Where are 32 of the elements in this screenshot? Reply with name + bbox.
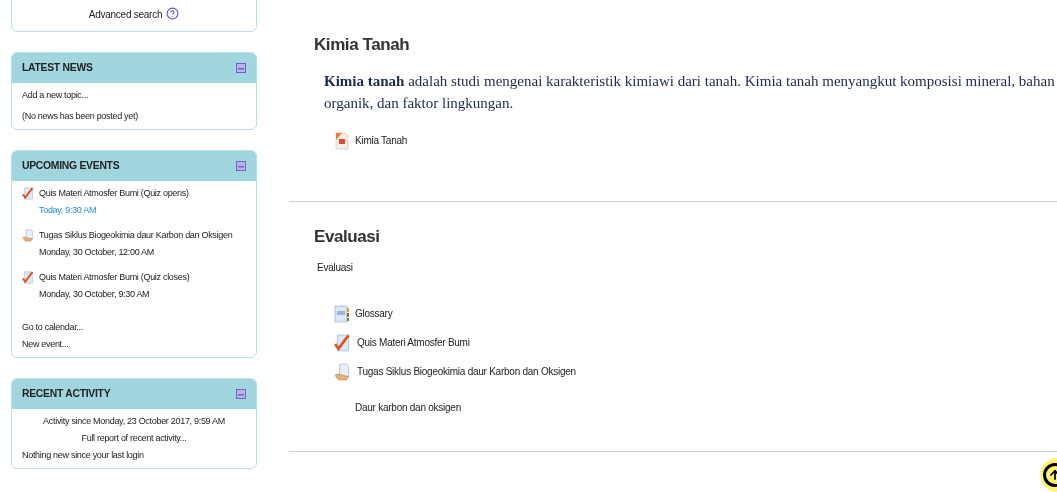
activity-description: Daur karbon dan oksigen	[355, 400, 462, 415]
activity-link[interactable]: Kimia Tanah	[355, 133, 408, 148]
collapse-icon[interactable]	[236, 63, 246, 73]
glossary-book-icon	[334, 304, 350, 323]
event-time: Today, 9:30 AM	[39, 204, 98, 217]
activity-link[interactable]: Glossary	[355, 306, 393, 321]
block-title: RECENT ACTIVITY	[22, 386, 111, 402]
section-title: Evaluasi	[314, 226, 381, 248]
activity-link[interactable]: Tugas Siklus Biogeokimia daur Karbon dan Oksigen	[357, 364, 576, 379]
event-time: Monday, 30 October, 9:30 AM	[39, 288, 151, 301]
block-title: LATEST NEWS	[22, 60, 93, 76]
activity-text: Full report of recent activity...	[80, 432, 188, 445]
event-link[interactable]: Quis Materi Atmosfer Bumi (Quiz closes)	[39, 269, 190, 286]
block-title: UPCOMING EVENTS	[22, 158, 120, 174]
quiz-checkmark-icon	[22, 271, 35, 284]
document-hand-icon	[22, 229, 35, 242]
pdf-file-icon	[334, 131, 350, 150]
event-time: Monday, 30 October, 12:00 AM	[39, 246, 155, 259]
collapse-icon[interactable]	[236, 389, 246, 399]
quiz-checkmark-icon	[22, 187, 35, 200]
help-icon[interactable]	[166, 7, 180, 20]
section-title: Kimia Tanah	[314, 34, 411, 56]
activity-text: Activity since Monday, 23 October 2017, 9:59 AM	[42, 415, 226, 428]
quiz-checkmark-icon	[334, 333, 352, 352]
advanced-search-link[interactable]: Advanced search	[88, 7, 163, 22]
event-link[interactable]: Quis Materi Atmosfer Bumi (Quiz opens)	[39, 185, 189, 202]
event-link[interactable]: Tugas Siklus Biogeokimia daur Karbon dan Oksigen	[39, 227, 233, 244]
section-paragraph: Kimia tanah adalah studi mengenai karakteristik kimiawi dari tanah. Kimia tanah menyangkut komposisi mineral, bahan organik, dan faktor lingkungan.	[323, 71, 1056, 113]
section-summary: Evaluasi	[316, 260, 354, 275]
document-hand-icon	[334, 362, 352, 381]
activity-link[interactable]: Quis Materi Atmosfer Bumi	[357, 335, 470, 350]
collapse-icon[interactable]	[236, 161, 246, 171]
